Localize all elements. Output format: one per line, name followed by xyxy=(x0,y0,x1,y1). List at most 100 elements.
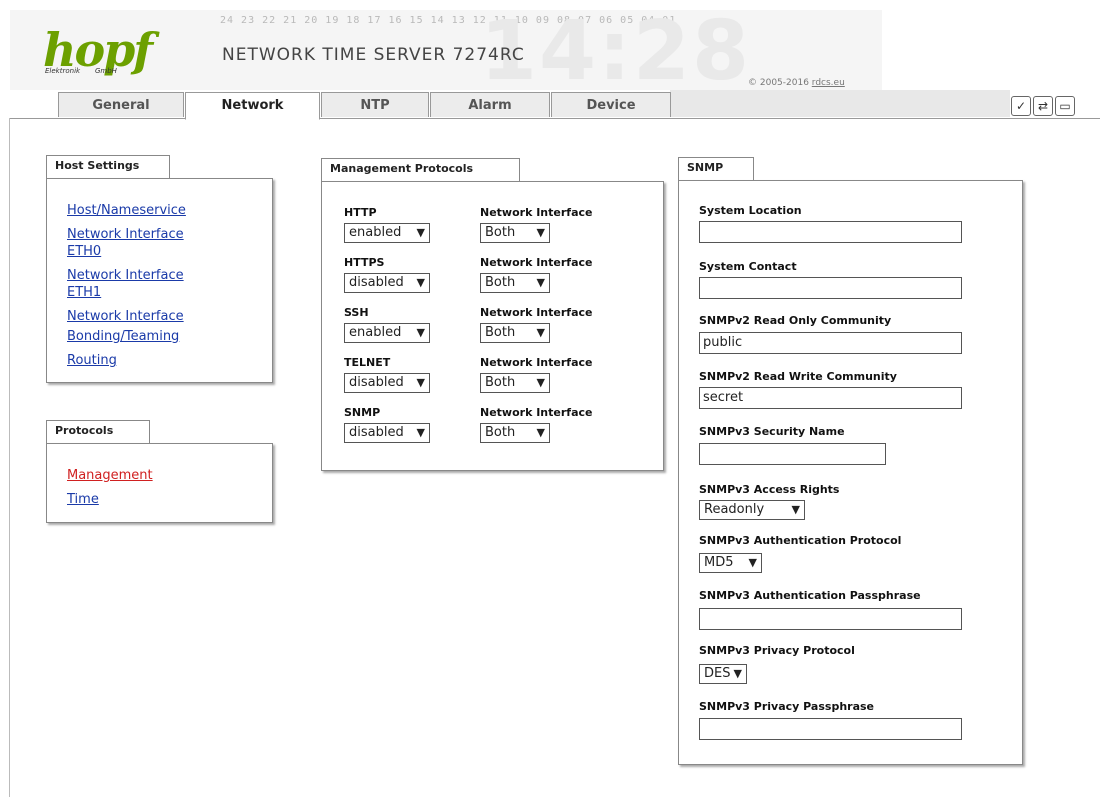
https-select[interactable]: disabled ▼ xyxy=(344,273,430,293)
chevron-down-icon: ▼ xyxy=(748,556,757,569)
ssh-select[interactable]: enabled ▼ xyxy=(344,323,430,343)
security-name-label: SNMPv3 Security Name xyxy=(699,425,845,438)
tab-bar: General Network NTP Alarm Device xyxy=(10,90,1100,120)
ro-community-label: SNMPv2 Read Only Community xyxy=(699,314,892,327)
chevron-down-icon: ▼ xyxy=(536,276,545,289)
system-location-input[interactable] xyxy=(699,221,962,243)
auth-protocol-value: MD5 xyxy=(704,555,734,570)
chevron-down-icon: ▼ xyxy=(536,326,545,339)
snmp-select[interactable]: disabled ▼ xyxy=(344,423,430,443)
ssh-select-value: enabled xyxy=(349,325,402,340)
protocols-panel: Management Time xyxy=(46,443,273,523)
copyright: © 2005-2016 rdcs.eu xyxy=(748,78,845,88)
telnet-label: TELNET xyxy=(344,356,391,369)
ssh-iface-value: Both xyxy=(485,325,516,340)
auth-protocol-select[interactable]: MD5 ▼ xyxy=(699,553,762,573)
privacy-passphrase-label: SNMPv3 Privacy Passphrase xyxy=(699,700,875,713)
tab-general[interactable]: General xyxy=(58,92,184,117)
chevron-down-icon: ▼ xyxy=(733,667,742,680)
content-border xyxy=(9,118,10,797)
management-protocols-tab: Management Protocols xyxy=(321,158,520,182)
check-icon[interactable]: ✓ xyxy=(1011,96,1031,116)
link-network-interface-eth0-suffix[interactable]: ETH0 xyxy=(67,243,101,261)
http-iface-value: Both xyxy=(485,225,516,240)
management-protocols-panel: HTTP Network Interface enabled ▼ Both ▼ HT… xyxy=(321,181,664,471)
link-bonding-teaming-suffix[interactable]: Bonding/Teaming xyxy=(67,328,179,346)
telnet-select[interactable]: disabled ▼ xyxy=(344,373,430,393)
chevron-down-icon: ▼ xyxy=(416,326,425,339)
ro-community-input[interactable]: public xyxy=(699,332,962,354)
telnet-iface-value: Both xyxy=(485,375,516,390)
link-network-interface-eth1[interactable]: Network Interface xyxy=(67,267,184,285)
link-host-nameservice[interactable]: Host/Nameservice xyxy=(67,202,186,220)
telnet-iface-select[interactable]: Both ▼ xyxy=(480,373,550,393)
snmp-iface-select[interactable]: Both ▼ xyxy=(480,423,550,443)
system-contact-input[interactable] xyxy=(699,277,962,299)
system-location-label: System Location xyxy=(699,204,802,217)
http-iface-select[interactable]: Both ▼ xyxy=(480,223,550,243)
ssh-iface-label: Network Interface xyxy=(480,306,593,319)
auth-passphrase-input[interactable] xyxy=(699,608,962,630)
https-iface-label: Network Interface xyxy=(480,256,593,269)
ssh-iface-select[interactable]: Both ▼ xyxy=(480,323,550,343)
snmp-panel: System Location System Contact SNMPv2 Re… xyxy=(678,180,1023,765)
tab-network[interactable]: Network xyxy=(185,92,320,120)
chevron-down-icon: ▼ xyxy=(536,226,545,239)
tab-bar-fill xyxy=(670,90,1010,117)
tab-alarm[interactable]: Alarm xyxy=(430,92,550,117)
copyright-text: © 2005-2016 xyxy=(748,78,812,88)
http-iface-label: Network Interface xyxy=(480,206,593,219)
snmp-label: SNMP xyxy=(344,406,381,419)
protocols-tab: Protocols xyxy=(46,420,150,444)
privacy-protocol-label: SNMPv3 Privacy Protocol xyxy=(699,644,855,657)
auth-protocol-label: SNMPv3 Authentication Protocol xyxy=(699,534,902,547)
link-routing[interactable]: Routing xyxy=(67,352,117,370)
link-time[interactable]: Time xyxy=(67,491,99,509)
hopf-logo: hopf Elektronik GmbH xyxy=(43,27,153,75)
rw-community-label: SNMPv2 Read Write Community xyxy=(699,370,897,383)
product-title: NETWORK TIME SERVER 7274RC xyxy=(222,45,525,65)
save-icon[interactable]: ▭ xyxy=(1055,96,1075,116)
http-select[interactable]: enabled ▼ xyxy=(344,223,430,243)
link-network-interface-eth1-suffix[interactable]: ETH1 xyxy=(67,284,101,302)
chevron-down-icon: ▼ xyxy=(416,426,425,439)
telnet-select-value: disabled xyxy=(349,375,404,390)
link-management[interactable]: Management xyxy=(67,467,153,485)
http-select-value: enabled xyxy=(349,225,402,240)
https-label: HTTPS xyxy=(344,256,385,269)
chevron-down-icon: ▼ xyxy=(416,276,425,289)
chevron-down-icon: ▼ xyxy=(416,376,425,389)
https-select-value: disabled xyxy=(349,275,404,290)
auth-passphrase-label: SNMPv3 Authentication Passphrase xyxy=(699,589,921,602)
access-rights-value: Readonly xyxy=(704,502,765,517)
tab-device[interactable]: Device xyxy=(551,92,671,117)
chevron-down-icon: ▼ xyxy=(536,426,545,439)
snmp-tab: SNMP xyxy=(678,157,754,181)
toolbar-icons: ✓ ⇄ ▭ xyxy=(1011,96,1075,116)
logo-sub-right: GmbH xyxy=(95,67,117,75)
ssh-label: SSH xyxy=(344,306,369,319)
https-iface-select[interactable]: Both ▼ xyxy=(480,273,550,293)
access-rights-label: SNMPv3 Access Rights xyxy=(699,483,840,496)
security-name-input[interactable] xyxy=(699,443,886,465)
privacy-passphrase-input[interactable] xyxy=(699,718,962,740)
privacy-protocol-select[interactable]: DES ▼ xyxy=(699,664,747,684)
link-network-interface-eth0[interactable]: Network Interface xyxy=(67,226,184,244)
logo-subtitle: Elektronik GmbH xyxy=(45,67,145,75)
chevron-down-icon: ▼ xyxy=(536,376,545,389)
privacy-protocol-value: DES xyxy=(704,666,731,681)
snmp-iface-label: Network Interface xyxy=(480,406,593,419)
system-contact-label: System Contact xyxy=(699,260,797,273)
chevron-down-icon: ▼ xyxy=(791,503,800,516)
rw-community-input[interactable]: secret xyxy=(699,387,962,409)
snmp-iface-value: Both xyxy=(485,425,516,440)
refresh-icon[interactable]: ⇄ xyxy=(1033,96,1053,116)
header-banner: 24 23 22 21 20 19 18 17 16 15 14 13 12 1… xyxy=(10,10,882,90)
link-bonding-teaming[interactable]: Network Interface xyxy=(67,308,184,326)
logo-sub-left: Elektronik xyxy=(45,67,81,75)
copyright-link[interactable]: rdcs.eu xyxy=(812,78,845,88)
host-settings-tab: Host Settings xyxy=(46,155,170,179)
tab-ntp[interactable]: NTP xyxy=(321,92,429,117)
access-rights-select[interactable]: Readonly ▼ xyxy=(699,500,805,520)
http-label: HTTP xyxy=(344,206,377,219)
